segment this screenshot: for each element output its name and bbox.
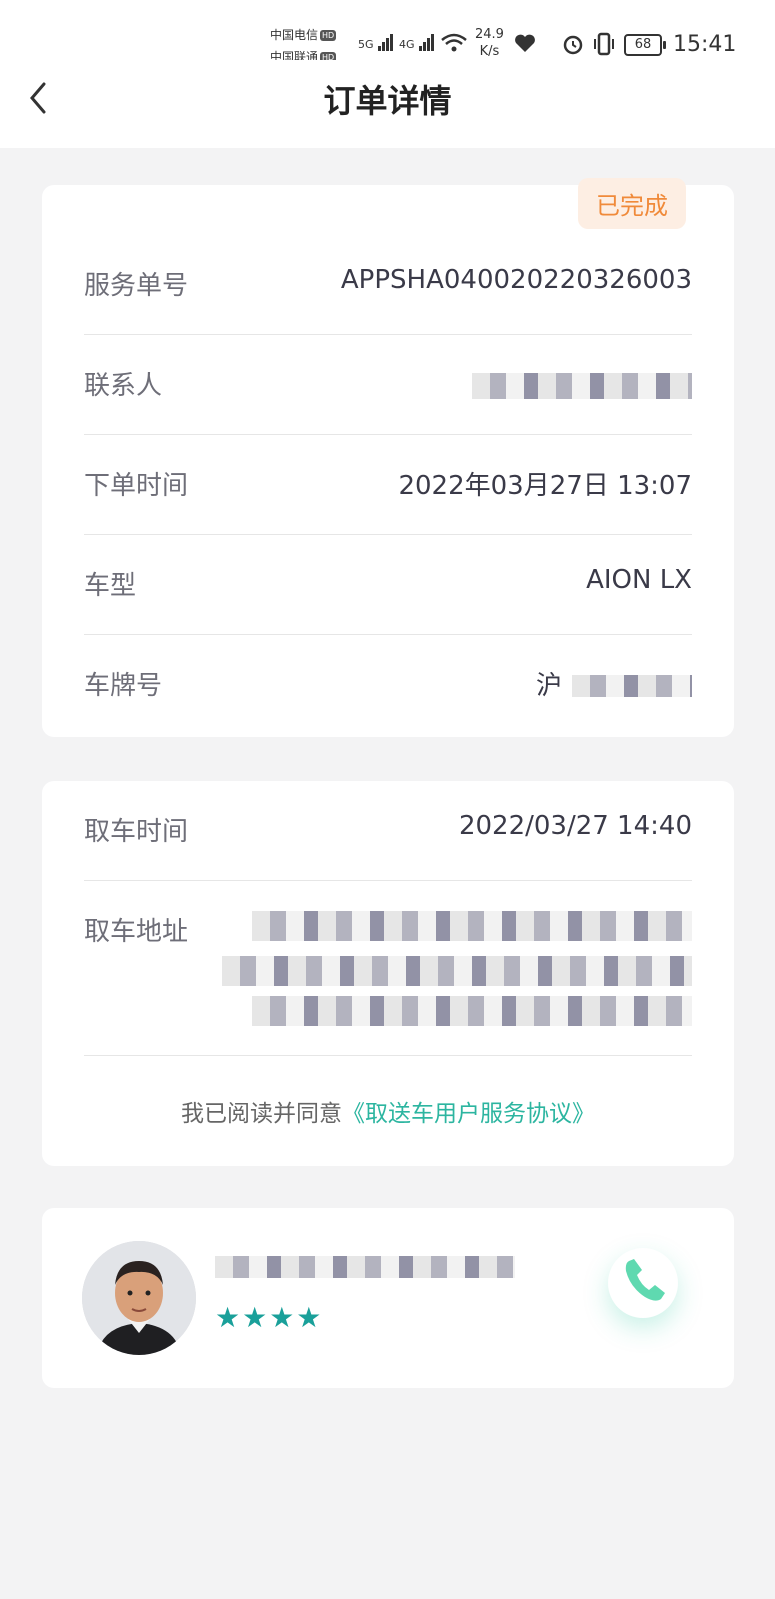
service-no-value: APPSHA040020220326003: [340, 265, 692, 295]
service-no-row: 服务单号 APPSHA040020220326003: [84, 235, 692, 335]
plate-redacted: [572, 675, 692, 697]
status-badge: 已完成: [578, 178, 686, 229]
contact-row: 联系人: [84, 335, 692, 435]
car-model-value: AION LX: [586, 565, 692, 595]
rating-stars: ★★★★: [215, 1301, 324, 1334]
pickup-time-row: 取车时间 2022/03/27 14:40: [84, 781, 692, 881]
plate-label: 车牌号: [84, 671, 163, 701]
contact-redacted: [472, 373, 692, 399]
plate-prefix: 沪: [535, 671, 562, 701]
car-model-row: 车型 AION LX: [84, 535, 692, 635]
contact-label: 联系人: [84, 371, 163, 401]
call-button[interactable]: [608, 1248, 678, 1318]
heart-icon: [514, 33, 536, 58]
alarm-icon: [561, 32, 585, 61]
service-agreement-link[interactable]: 《取送车用户服务协议》: [342, 1101, 595, 1127]
service-no-label: 服务单号: [84, 271, 189, 301]
clock: 15:41: [673, 32, 737, 57]
pickup-address-label: 取车地址: [84, 917, 189, 947]
address-redacted-2: [222, 956, 692, 986]
order-time-row: 下单时间 2022年03月27日 13:07: [84, 435, 692, 535]
agreement-text: 我已阅读并同意《取送车用户服务协议》: [181, 1101, 595, 1127]
wifi-icon: [440, 32, 468, 59]
address-redacted-1: [252, 911, 692, 941]
address-redacted-3: [252, 996, 692, 1026]
driver-avatar: [82, 1241, 196, 1355]
hd-badge: HD: [320, 30, 337, 41]
signal-4g-icon: 4G: [399, 34, 435, 51]
nav-bar: 订单详情: [0, 60, 775, 148]
pickup-card: 取车时间 2022/03/27 14:40 取车地址 我已阅读并同意《取送车用户…: [42, 781, 734, 1166]
pickup-time-label: 取车时间: [84, 817, 189, 847]
network-speed: 24.9 K/s: [475, 27, 504, 59]
order-time-label: 下单时间: [84, 471, 189, 501]
driver-card: ★★★★: [42, 1208, 734, 1388]
driver-name-redacted: [215, 1256, 515, 1278]
battery-icon: 68: [624, 34, 666, 56]
car-model-label: 车型: [84, 571, 137, 601]
order-time-value: 2022年03月27日 13:07: [398, 471, 692, 501]
pickup-time-value: 2022/03/27 14:40: [458, 811, 692, 841]
pickup-address-row: 取车地址: [84, 881, 692, 1056]
plate-row: 车牌号 沪: [84, 635, 692, 735]
carrier-1: 中国电信: [270, 28, 319, 42]
vibrate-icon: [591, 32, 617, 61]
order-info-card: 已完成 服务单号 APPSHA040020220326003 联系人 下单时间 …: [42, 178, 734, 737]
page-title: 订单详情: [323, 82, 452, 120]
signal-5g-icon: 5G: [358, 34, 394, 51]
phone-icon: [615, 1253, 671, 1313]
